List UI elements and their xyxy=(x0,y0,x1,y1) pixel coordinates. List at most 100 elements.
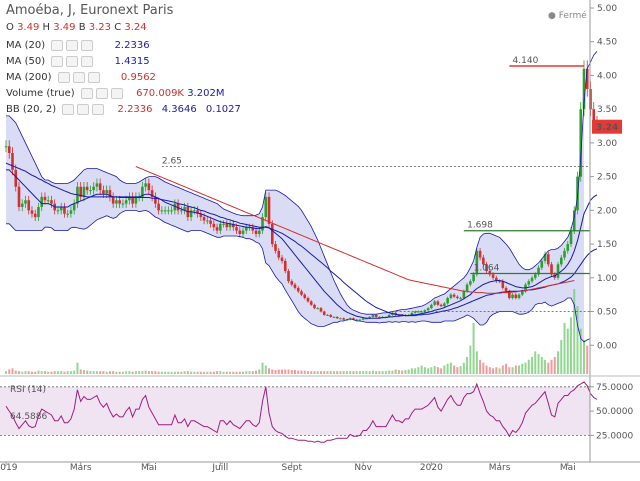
volume-bar xyxy=(229,371,232,374)
candle-body xyxy=(235,227,238,231)
candle-body xyxy=(322,311,326,315)
legend-bb[interactable]: BB (20, 2) 2.2336 4.3646 0.1027 xyxy=(6,102,241,118)
close-icon[interactable] xyxy=(81,39,94,51)
volume-bar xyxy=(287,369,290,374)
price-tick-label: 5.00 xyxy=(597,4,617,14)
volume-bar xyxy=(300,370,303,374)
volume-bar xyxy=(537,354,540,374)
candle-body xyxy=(33,213,37,218)
settings-icon[interactable] xyxy=(66,55,79,67)
open-value: 3.49 xyxy=(17,22,40,33)
volume-bar xyxy=(316,371,319,374)
close-icon[interactable] xyxy=(92,103,105,115)
volume-bar xyxy=(277,369,280,374)
candle-body xyxy=(540,260,544,268)
volume-bar xyxy=(527,359,530,374)
legend-ma20[interactable]: MA (20) 2.2336 xyxy=(6,38,150,54)
candle-body xyxy=(63,206,66,214)
settings-icon[interactable] xyxy=(72,71,85,83)
settings-icon[interactable] xyxy=(77,103,90,115)
volume-bar xyxy=(115,371,118,374)
volume-bar xyxy=(245,371,248,374)
candle-body xyxy=(521,291,524,295)
close-icon[interactable] xyxy=(87,71,100,83)
candle-body xyxy=(180,210,183,212)
volume-bar xyxy=(37,370,40,374)
volume-bar xyxy=(43,371,46,374)
volume-bar xyxy=(355,371,358,374)
volume-bar xyxy=(216,371,219,374)
volume-bar xyxy=(147,371,150,374)
volume-bar xyxy=(24,371,27,374)
legend-volume[interactable]: Volume (true) 670.009K 3.202M xyxy=(6,86,224,102)
volume-bar xyxy=(492,368,495,374)
volume-bar xyxy=(557,351,560,374)
market-status-label: Fermé xyxy=(558,11,587,21)
volume-bar xyxy=(326,371,329,374)
volume-bar xyxy=(47,371,50,374)
eye-icon[interactable] xyxy=(80,87,93,99)
volume-bar xyxy=(401,370,404,374)
close-icon[interactable] xyxy=(110,87,123,99)
volume-bar xyxy=(332,371,335,374)
volume-bar xyxy=(475,351,478,374)
legend-ma200[interactable]: MA (200) 0.9562 xyxy=(6,70,156,86)
volume-bar xyxy=(511,367,514,374)
eye-icon[interactable] xyxy=(51,39,64,51)
volume-bar xyxy=(8,369,11,374)
volume-bar xyxy=(79,369,82,374)
volume-bar xyxy=(560,340,563,374)
volume-bar xyxy=(206,371,209,374)
eye-icon[interactable] xyxy=(62,103,75,115)
candle-body xyxy=(459,298,462,300)
candle-body xyxy=(371,314,375,317)
settings-icon[interactable] xyxy=(95,87,108,99)
volume-bar xyxy=(485,365,488,374)
close-label: C xyxy=(114,22,122,33)
volume-bar xyxy=(105,371,108,374)
volume-bar xyxy=(56,371,59,374)
high-value: 3.49 xyxy=(53,22,76,33)
candle-body xyxy=(274,244,277,251)
volume-bar xyxy=(498,368,501,374)
volume-bar xyxy=(86,370,89,374)
volume-bar xyxy=(121,371,124,374)
candle-body xyxy=(563,250,566,258)
candle-body xyxy=(313,304,316,309)
close-icon[interactable] xyxy=(81,55,94,67)
volume-bar xyxy=(203,371,206,374)
legend-ma50[interactable]: MA (50) 1.4315 xyxy=(6,54,150,70)
candle-body xyxy=(452,294,456,297)
volume-bar xyxy=(193,371,196,374)
candle-body xyxy=(504,287,508,292)
volume-bar xyxy=(339,371,342,374)
volume-bar xyxy=(459,366,462,374)
time-tick-label: Mai xyxy=(141,463,157,473)
volume-bar xyxy=(488,367,491,374)
volume-bar xyxy=(407,369,410,374)
time-tick-label: Sept xyxy=(282,463,303,473)
volume-bar xyxy=(462,362,465,374)
volume-bar xyxy=(375,371,378,374)
volume-bar xyxy=(138,371,141,374)
candle-body xyxy=(89,190,92,192)
volume-bar xyxy=(423,367,426,374)
candle-body xyxy=(160,210,164,212)
candle-body xyxy=(472,274,475,282)
volume-bar xyxy=(53,371,56,374)
legend-ma50-label: MA (50) xyxy=(6,56,46,67)
candle-body xyxy=(30,210,34,214)
price-tick-label: 1.50 xyxy=(597,240,617,250)
volume-bar xyxy=(268,368,271,374)
volume-bar xyxy=(323,371,326,374)
volume-bar xyxy=(173,371,176,374)
candle-body xyxy=(456,296,459,299)
volume-bar xyxy=(550,359,553,374)
candle-body xyxy=(316,308,320,310)
candle-body xyxy=(46,200,50,202)
eye-icon[interactable] xyxy=(51,55,64,67)
volume-bar xyxy=(384,371,387,374)
eye-icon[interactable] xyxy=(57,71,70,83)
volume-bar xyxy=(264,365,267,374)
settings-icon[interactable] xyxy=(66,39,79,51)
